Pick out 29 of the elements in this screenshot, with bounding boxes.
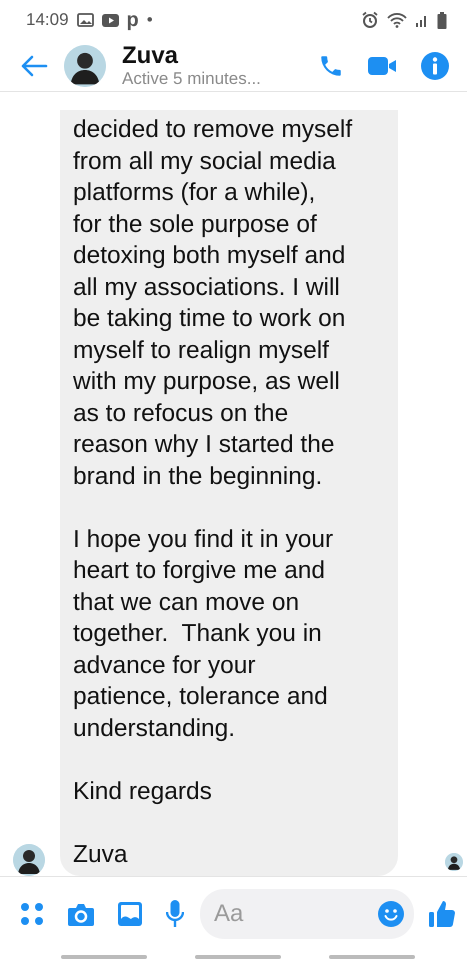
- image-icon[interactable]: [118, 902, 142, 926]
- avatar[interactable]: [64, 44, 106, 86]
- wifi-icon: [387, 12, 407, 28]
- text-input[interactable]: Aa: [212, 895, 362, 933]
- play-icon: [102, 14, 119, 26]
- signal-icon: [415, 13, 429, 27]
- microphone-icon[interactable]: [166, 900, 184, 928]
- menu-dots-icon[interactable]: [20, 902, 44, 926]
- video-camera-icon[interactable]: [368, 56, 397, 76]
- avatar[interactable]: [13, 844, 45, 876]
- message-input-field[interactable]: Aa: [200, 889, 414, 939]
- info-icon[interactable]: [421, 52, 449, 80]
- seen-avatar[interactable]: [445, 852, 463, 871]
- message-text: Zuva: [73, 840, 128, 870]
- message-text: I hope you find it in your heart to forgive me and that we can move on together. Thank you in advance for your patience, tolerance and understanding.: [73, 524, 334, 744]
- message-text: Kind regards: [73, 776, 213, 806]
- battery-icon: [437, 12, 447, 28]
- presence-status: Active 5 minutes...: [122, 68, 261, 88]
- smiley-icon[interactable]: [378, 901, 404, 927]
- contact-name[interactable]: Zuva: [122, 42, 261, 68]
- message-text: decided to remove myself from all my social media platforms (for a while), for the sole purpose of detoxing both myself and all my associations. I will be taking time to work on myself to realign myself with my purpose, as well as to refocus on the reason why I started the brand in the beginning.: [73, 115, 354, 492]
- gallery-icon: [76, 13, 94, 27]
- thumbs-up-icon[interactable]: [429, 900, 455, 928]
- app-icon: p: [126, 10, 139, 30]
- back-arrow-icon[interactable]: [20, 54, 48, 78]
- alarm-icon: [361, 11, 379, 29]
- camera-icon[interactable]: [68, 902, 94, 926]
- clock-time: 14:09: [26, 9, 69, 32]
- notification-dot: •: [146, 9, 153, 32]
